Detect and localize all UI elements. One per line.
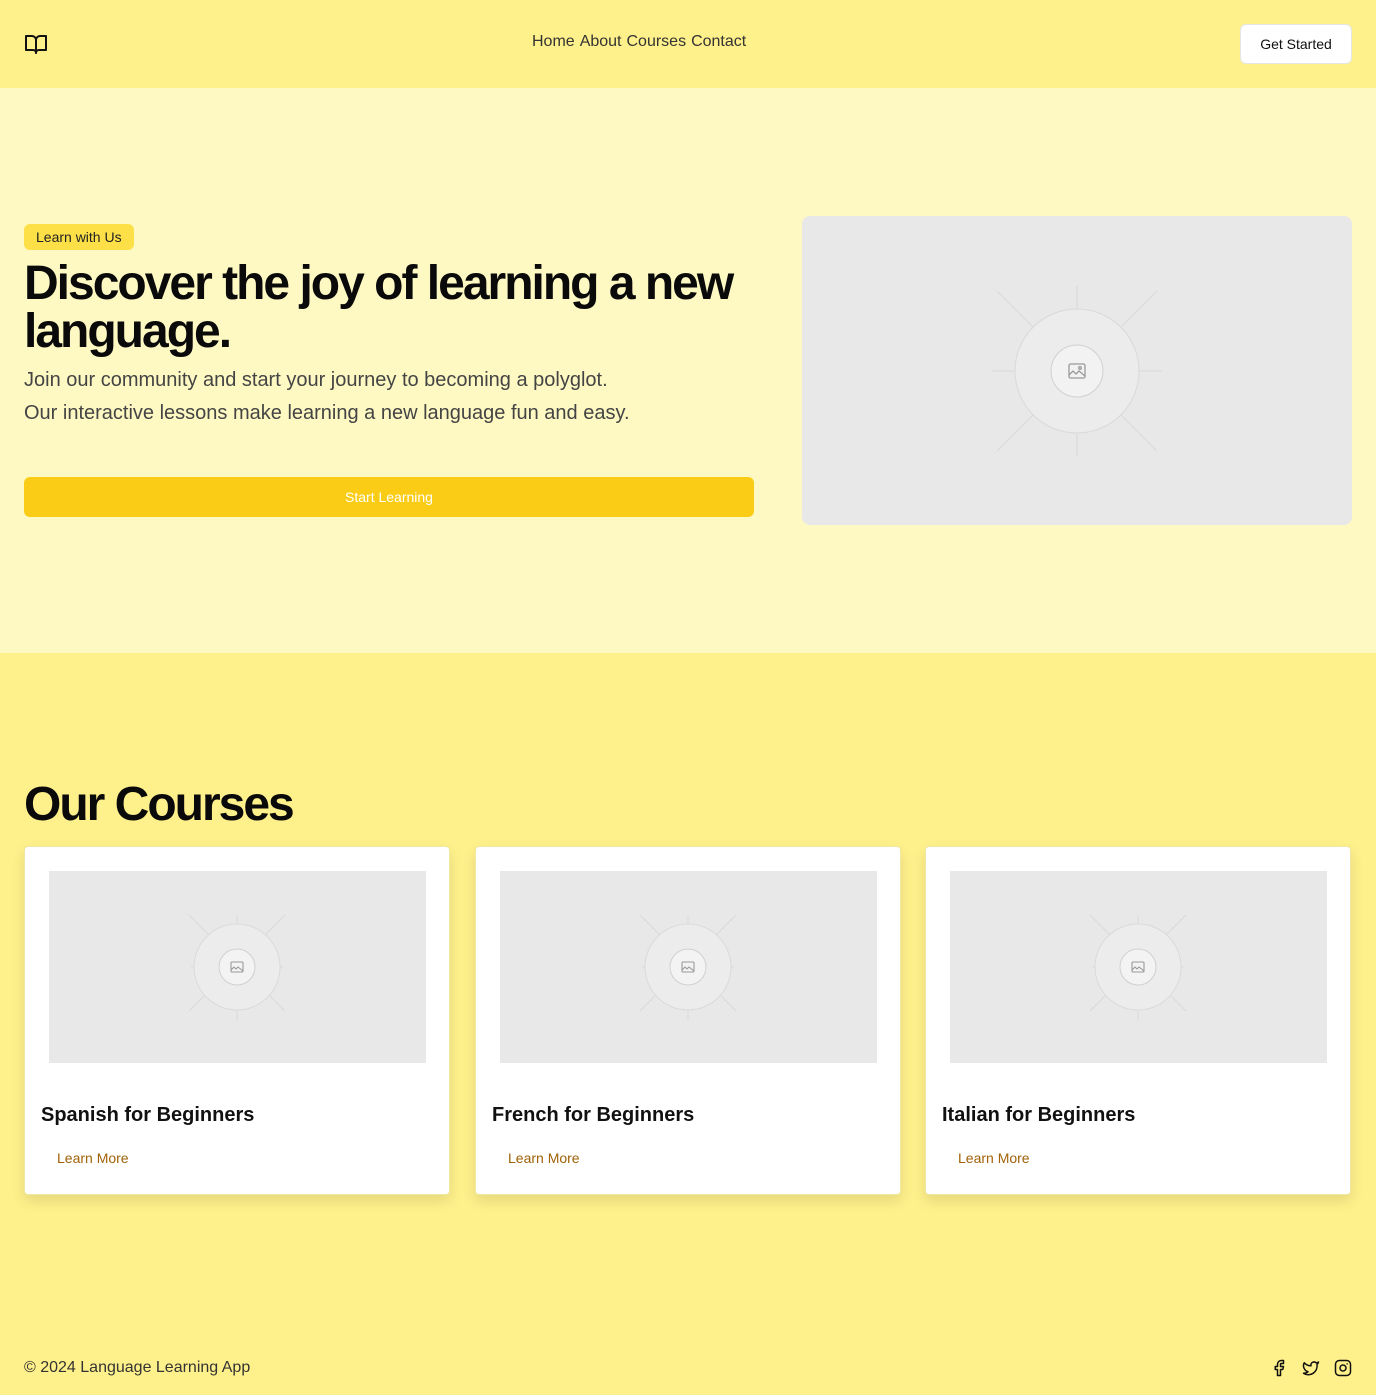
courses-section: Our Courses Spanish for Beginners Learn	[0, 653, 1376, 1341]
course-card-french: French for Beginners Learn More	[475, 846, 901, 1195]
course-image	[500, 871, 877, 1063]
course-title: Italian for Beginners	[942, 1104, 1136, 1126]
hero-section: Learn with Us Discover the joy of learni…	[0, 88, 1376, 653]
site-footer: © 2024 Language Learning App	[0, 1341, 1376, 1395]
nav-contact[interactable]: Contact	[691, 33, 746, 51]
instagram-icon[interactable]	[1334, 1359, 1352, 1377]
main-nav: Home About Courses Contact	[532, 33, 746, 51]
learn-more-link[interactable]: Learn More	[508, 1150, 580, 1166]
image-placeholder-icon	[1089, 914, 1187, 1021]
courses-title: Our Courses	[24, 778, 295, 831]
course-image	[49, 871, 426, 1063]
course-image	[950, 871, 1327, 1063]
course-card-italian: Italian for Beginners Learn More	[925, 846, 1351, 1195]
hero-title: Discover the joy of learning a new langu…	[24, 257, 734, 358]
image-placeholder-icon	[992, 286, 1162, 456]
course-card-spanish: Spanish for Beginners Learn More	[24, 846, 450, 1195]
twitter-icon[interactable]	[1302, 1359, 1320, 1377]
book-open-icon[interactable]	[24, 32, 48, 56]
start-learning-button[interactable]: Start Learning	[24, 477, 754, 517]
get-started-button[interactable]: Get Started	[1240, 24, 1352, 64]
course-title: French for Beginners	[492, 1104, 695, 1126]
facebook-icon[interactable]	[1270, 1359, 1288, 1377]
hero-description: Join our community and start your journe…	[24, 369, 630, 424]
learn-more-link[interactable]: Learn More	[57, 1150, 129, 1166]
learn-more-link[interactable]: Learn More	[958, 1150, 1030, 1166]
nav-about[interactable]: About	[580, 33, 622, 51]
image-placeholder-icon	[188, 914, 286, 1021]
hero-image	[802, 216, 1352, 525]
site-header: Home About Courses Contact Get Started	[0, 0, 1376, 88]
nav-courses[interactable]: Courses	[627, 33, 687, 51]
course-title: Spanish for Beginners	[41, 1104, 255, 1126]
nav-home[interactable]: Home	[532, 33, 575, 51]
copyright-text: © 2024 Language Learning App	[24, 1359, 251, 1376]
image-placeholder-icon	[639, 914, 737, 1021]
hero-badge: Learn with Us	[24, 224, 134, 250]
social-links	[1270, 1359, 1352, 1377]
